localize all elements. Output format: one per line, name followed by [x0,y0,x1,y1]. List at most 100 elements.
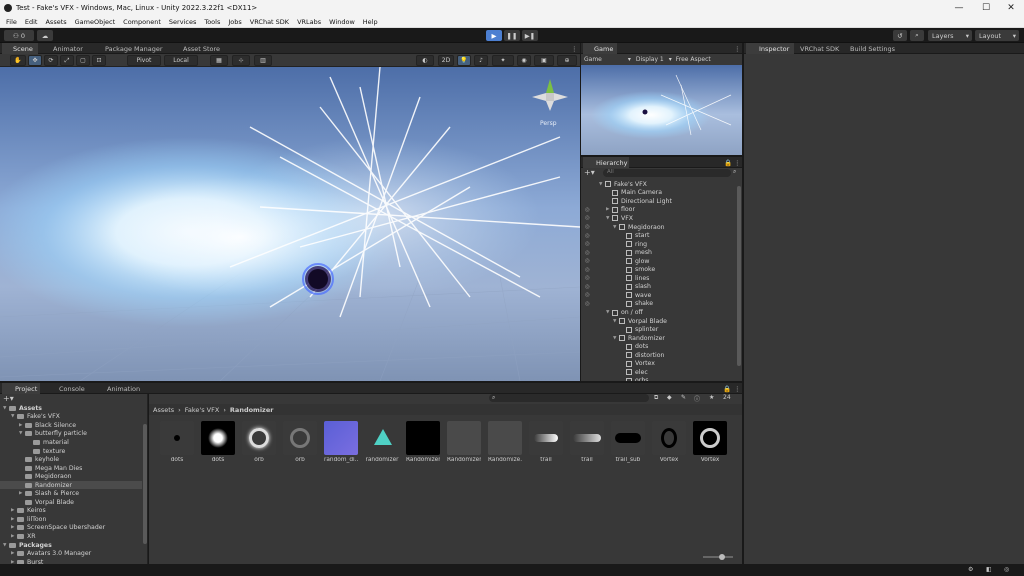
pivot-dropdown[interactable]: Pivot [127,55,161,66]
hierarchy-item[interactable]: lines [620,274,649,283]
menu-window[interactable]: Window [329,18,355,26]
pause-button[interactable]: ❚❚ [504,30,520,41]
asset-item[interactable]: Randomizer [447,421,481,463]
visibility-icon[interactable]: ◎ [585,240,590,249]
status-icon[interactable]: ◎ [1004,566,1009,573]
grid-icon[interactable]: ▦ [210,55,228,66]
cloud-icon[interactable]: ☁ [37,30,53,41]
visibility-icon[interactable]: ◎ [585,291,590,300]
local-dropdown[interactable]: Local [164,55,198,66]
asset-item[interactable]: Randomizer [406,421,440,463]
folder-item[interactable]: keyhole [0,455,142,464]
account-button[interactable]: ⚇ 0 [4,30,34,41]
slider-handle[interactable] [719,554,725,560]
asset-item[interactable]: dots [160,421,194,463]
status-icon[interactable]: ⚙ [968,566,973,573]
tab-asset-store[interactable]: Asset Store [172,43,224,54]
add-button[interactable]: +▾ [584,168,595,177]
asset-item[interactable]: orb [242,421,276,463]
asset-item[interactable]: Vortex [652,421,686,463]
hierarchy-item[interactable]: orbs [620,377,648,381]
folder-item[interactable]: Vorpal Blade [0,498,142,507]
folder-item[interactable]: Mega Man Dies [0,464,142,473]
folder-item[interactable]: ▶ Black Silence [0,421,142,430]
tab-build-settings[interactable]: Build Settings [844,43,896,54]
hierarchy-item[interactable]: ▼ VFX [606,214,633,223]
menu-vrlabs[interactable]: VRLabs [297,18,321,26]
folder-item[interactable]: texture [0,447,142,456]
hierarchy-item[interactable]: dots [620,342,648,351]
hierarchy-item[interactable]: Vortex [620,360,655,369]
hierarchy-item[interactable]: mesh [620,248,652,257]
folder-item[interactable]: ▶ Keiros [0,507,142,516]
breadcrumb-fakes-vfx[interactable]: Fake's VFX [185,406,220,414]
folder-item[interactable]: ▼ Packages [0,541,142,550]
breadcrumb-assets[interactable]: Assets [153,406,174,414]
menu-vrchat-sdk[interactable]: VRChat SDK [250,18,289,26]
menu-component[interactable]: Component [123,18,161,26]
hierarchy-item[interactable]: ▼ Megidoraon [613,223,665,232]
menu-jobs[interactable]: Jobs [228,18,241,26]
folder-item[interactable]: ▼ Fake's VFX [0,413,142,422]
more-options-icon[interactable]: ⋮ [731,43,741,54]
visibility-icon[interactable]: ◎ [585,283,590,292]
hierarchy-item[interactable]: splinter [620,325,658,334]
menu-tools[interactable]: Tools [204,18,220,26]
draw-mode-icon[interactable]: ◐ [416,55,434,66]
folder-item[interactable]: ▼ Assets [0,404,142,413]
scene-viewport[interactable]: Persp [0,67,580,381]
transform-tool-icon[interactable]: ⊡ [92,55,106,66]
gizmos-icon[interactable]: ⊕ [557,55,577,66]
hierarchy-item[interactable]: Directional Light [606,197,672,206]
tab-scene[interactable]: Scene [2,43,38,54]
game-mode-dropdown[interactable]: Game [584,56,602,63]
hierarchy-item[interactable]: elec [620,368,648,377]
star-icon[interactable]: ★ [709,394,714,401]
visibility-icon[interactable]: ◎ [585,206,590,215]
hierarchy-item[interactable]: start [620,231,649,240]
display-dropdown[interactable]: Display 1 [636,56,664,63]
minimize-button[interactable]: — [946,0,972,16]
visibility-icon[interactable]: ◎ [585,223,590,232]
game-viewport[interactable] [581,65,742,155]
audio-icon[interactable]: ♪ [474,55,488,66]
aspect-dropdown[interactable]: Free Aspect [676,56,711,63]
hierarchy-item[interactable]: glow [620,257,650,266]
asset-item[interactable]: dots [201,421,235,463]
hierarchy-item[interactable]: ▼ Fake's VFX [599,180,647,189]
project-search-input[interactable]: ⌕ [489,394,649,402]
hierarchy-item[interactable]: Main Camera [606,189,662,198]
lock-icon[interactable]: 🔒 [721,157,732,168]
menu-edit[interactable]: Edit [25,18,38,26]
maximize-button[interactable]: ☐ [973,0,999,16]
effects-icon[interactable]: ✦ [492,55,514,66]
hierarchy-item[interactable]: ring [620,240,647,249]
hierarchy-item[interactable]: ▼ on / off [606,308,643,317]
layers-dropdown[interactable]: Layers ▾ [928,30,972,41]
folder-item[interactable]: ▶ Avatars 3.0 Manager [0,549,142,558]
step-button[interactable]: ▶❚ [522,30,538,41]
history-icon[interactable]: ↺ [893,30,907,41]
search-options-icon[interactable]: ⌕ [733,168,736,176]
create-button[interactable]: +▾ [3,394,14,403]
hand-tool-icon[interactable]: ✋ [10,55,26,66]
asset-item[interactable]: Randomize... [488,421,522,463]
hidden-objects-icon[interactable]: ◉ [517,55,531,66]
status-icon[interactable]: ◧ [986,566,992,573]
asset-item[interactable]: randomizer [365,421,399,463]
tab-hierarchy[interactable]: Hierarchy [583,157,629,168]
visibility-icon[interactable]: ◎ [585,274,590,283]
hierarchy-item[interactable]: ▶ floor [606,206,635,215]
tree-scrollbar[interactable] [143,424,147,544]
lock-icon[interactable]: 🔒 [720,383,731,394]
menu-gameobject[interactable]: GameObject [75,18,116,26]
rect-tool-icon[interactable]: ▢ [76,55,90,66]
folder-item[interactable]: Megidoraon [0,472,142,481]
folder-item[interactable]: ▼ butterfly particle [0,430,142,439]
snap-icon[interactable]: ⊹ [232,55,250,66]
tab-vrchat-sdk[interactable]: VRChat SDK [794,43,842,54]
increment-icon[interactable]: ▥ [254,55,272,66]
asset-item[interactable]: random_di... [324,421,358,463]
hierarchy-item[interactable]: slash [620,283,651,292]
visibility-icon[interactable]: ◎ [585,300,590,309]
